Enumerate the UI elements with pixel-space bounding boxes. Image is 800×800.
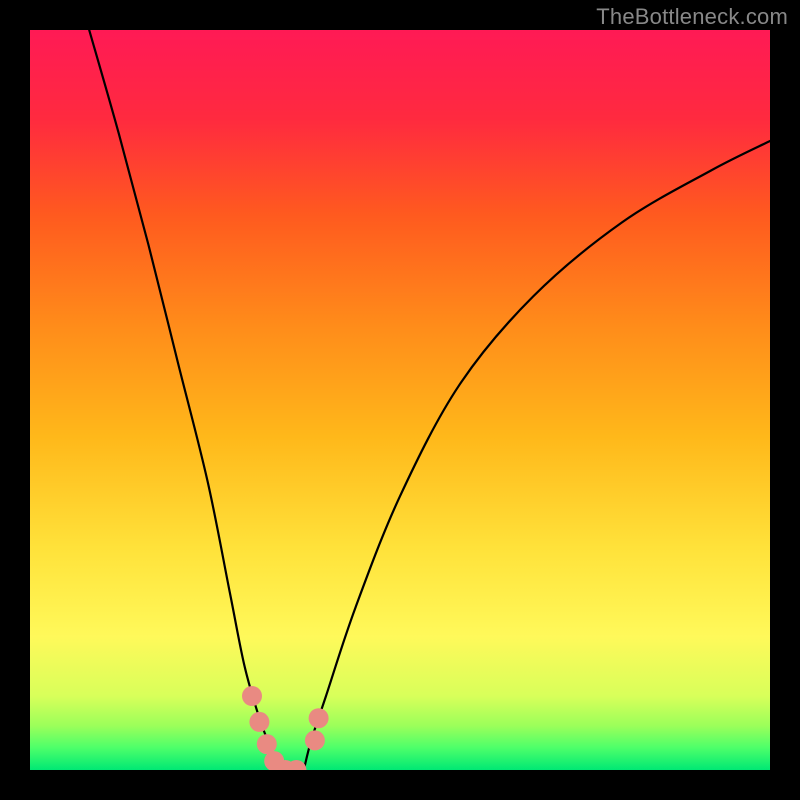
chart-frame: TheBottleneck.com (0, 0, 800, 800)
marker-dot (286, 760, 306, 780)
marker-dot (257, 734, 277, 754)
marker-dot (309, 708, 329, 728)
gradient-background (30, 30, 770, 770)
marker-dot (242, 686, 262, 706)
marker-dot (249, 712, 269, 732)
marker-dot (305, 730, 325, 750)
watermark-label: TheBottleneck.com (596, 4, 788, 30)
bottleneck-curve-plot (0, 0, 800, 800)
